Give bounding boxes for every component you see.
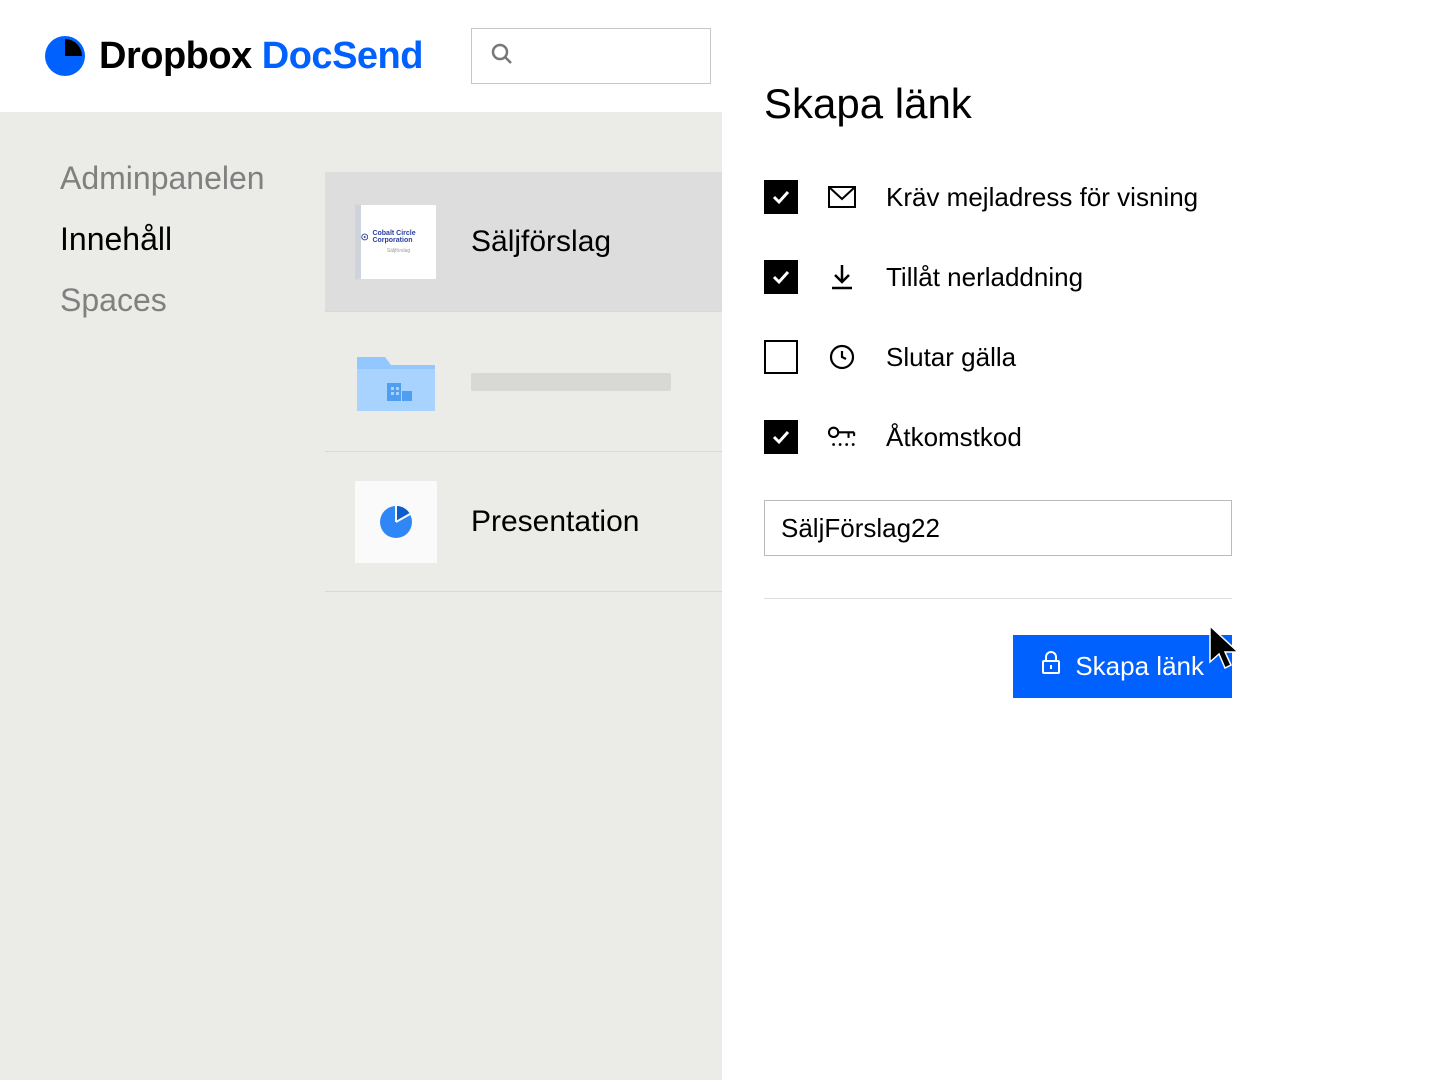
access-code-input[interactable] xyxy=(764,500,1232,556)
lock-icon xyxy=(1041,651,1061,682)
search-icon xyxy=(490,42,514,71)
option-require-email: Kräv mejladress för visning xyxy=(764,180,1400,214)
list-item-placeholder xyxy=(471,373,671,391)
option-label: Tillåt nerladdning xyxy=(886,262,1083,293)
list-item-title: Säljförslag xyxy=(471,225,611,259)
download-icon xyxy=(828,263,856,291)
create-link-button[interactable]: Skapa länk xyxy=(1013,635,1232,698)
checkbox-require-email[interactable] xyxy=(764,180,798,214)
checkbox-allow-download[interactable] xyxy=(764,260,798,294)
logo: Dropbox DocSend xyxy=(45,35,423,78)
logo-text: Dropbox DocSend xyxy=(99,35,423,78)
panel-title: Skapa länk xyxy=(764,80,1400,128)
sidebar-item-spaces[interactable]: Spaces xyxy=(60,282,325,319)
option-expires: Slutar gälla xyxy=(764,340,1400,374)
button-label: Skapa länk xyxy=(1075,651,1204,682)
checkbox-access-code[interactable] xyxy=(764,420,798,454)
option-label: Kräv mejladress för visning xyxy=(886,182,1198,213)
chart-icon xyxy=(355,481,437,563)
option-allow-download: Tillåt nerladdning xyxy=(764,260,1400,294)
option-access-code: Åtkomstkod xyxy=(764,420,1400,454)
document-thumbnail: Cobalt Circle Corporation Säljförslag xyxy=(355,204,437,280)
divider xyxy=(764,598,1232,599)
clock-icon xyxy=(828,343,856,371)
folder-icon xyxy=(355,349,437,415)
list-item-title: Presentation xyxy=(471,505,639,539)
create-link-panel: Skapa länk Kräv mejladress för visning T… xyxy=(722,0,1440,1080)
key-icon xyxy=(828,423,856,451)
sidebar: Adminpanelen Innehåll Spaces xyxy=(0,112,325,1080)
sidebar-item-content[interactable]: Innehåll xyxy=(60,221,325,258)
mail-icon xyxy=(828,183,856,211)
option-label: Slutar gälla xyxy=(886,342,1016,373)
checkbox-expires[interactable] xyxy=(764,340,798,374)
option-label: Åtkomstkod xyxy=(886,422,1022,453)
sidebar-item-admin[interactable]: Adminpanelen xyxy=(60,160,325,197)
dropbox-logo-icon xyxy=(45,36,85,76)
search-input[interactable] xyxy=(471,28,711,84)
